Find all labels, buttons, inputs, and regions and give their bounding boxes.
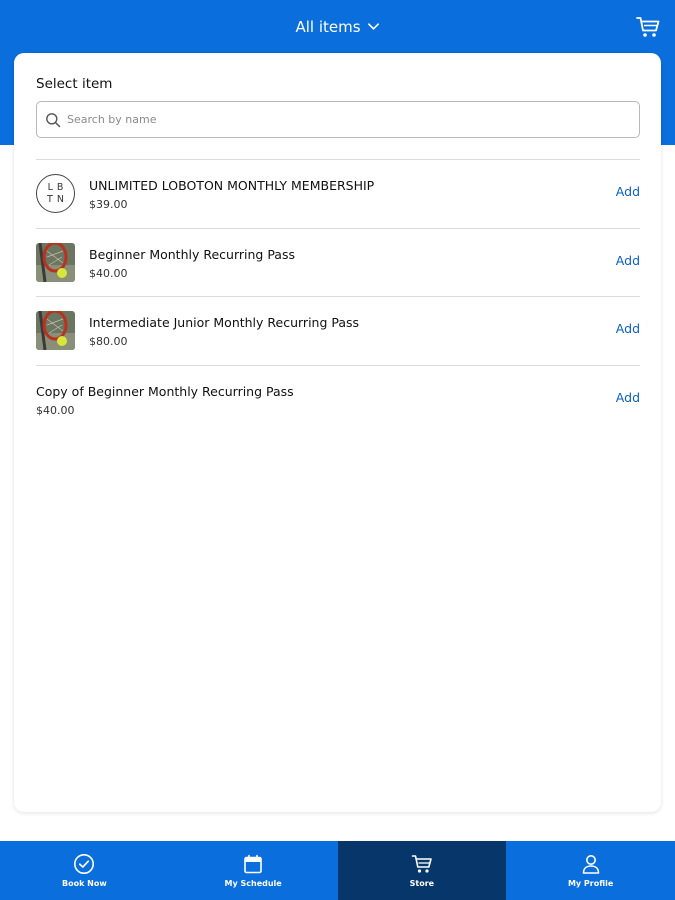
item-price: $39.00	[89, 198, 128, 212]
bottom-tab-bar: Book Now My Schedule Store My Profile	[0, 841, 675, 900]
tab-label: My Schedule	[224, 879, 282, 888]
item-name: Beginner Monthly Recurring Pass	[89, 246, 295, 262]
check-circle-icon	[74, 854, 95, 874]
item-name: Copy of Beginner Monthly Recurring Pass	[36, 383, 294, 399]
cart-button[interactable]	[635, 14, 661, 40]
category-dropdown[interactable]: All items	[295, 18, 379, 36]
add-button[interactable]: Add	[616, 253, 640, 268]
search-input[interactable]	[67, 113, 627, 126]
add-button[interactable]: Add	[616, 390, 640, 405]
tab-label: My Profile	[567, 879, 614, 888]
add-button[interactable]: Add	[616, 184, 640, 199]
list-item: Copy of Beginner Monthly Recurring Pass …	[36, 364, 640, 434]
search-icon	[46, 112, 61, 127]
list-item: LB TN UNLIMITED LOBOTON MONTHLY MEMBERSH…	[36, 159, 640, 228]
add-button[interactable]: Add	[616, 321, 640, 336]
cart-icon	[636, 17, 660, 37]
item-price: $80.00	[89, 335, 128, 349]
item-thumbnail	[36, 242, 75, 282]
item-list: LB TN UNLIMITED LOBOTON MONTHLY MEMBERSH…	[36, 159, 640, 433]
top-bar: All items	[0, 0, 675, 53]
item-name: Intermediate Junior Monthly Recurring Pa…	[89, 315, 360, 331]
list-item: Intermediate Junior Monthly Recurring Pa…	[36, 296, 640, 365]
tab-label: Store	[409, 879, 435, 888]
tennis-photo	[36, 242, 75, 282]
item-thumbnail	[36, 311, 75, 351]
tab-book-now[interactable]: Book Now	[0, 841, 169, 900]
item-info: Intermediate Junior Monthly Recurring Pa…	[89, 313, 640, 348]
cart-icon	[411, 855, 432, 873]
list-item: Beginner Monthly Recurring Pass $40.00 A…	[36, 227, 640, 297]
item-info: Copy of Beginner Monthly Recurring Pass …	[36, 382, 640, 417]
tennis-photo	[36, 311, 75, 351]
item-name: UNLIMITED LOBOTON MONTHLY MEMBERSHIP	[89, 178, 375, 194]
item-info: Beginner Monthly Recurring Pass $40.00	[89, 245, 640, 280]
item-picker-card: Select item LB TN UNLIMITED LOBOTON MONT…	[14, 53, 661, 812]
select-item-label: Select item	[36, 76, 113, 92]
loboton-logo: LB TN	[36, 174, 75, 214]
person-icon	[582, 855, 599, 874]
category-title: All items	[295, 17, 361, 36]
tab-store[interactable]: Store	[337, 841, 507, 900]
tab-my-profile[interactable]: My Profile	[506, 841, 675, 900]
chevron-down-icon	[367, 23, 379, 30]
item-price: $40.00	[36, 403, 75, 417]
tab-label: Book Now	[61, 879, 107, 888]
item-info: UNLIMITED LOBOTON MONTHLY MEMBERSHIP $39…	[89, 176, 640, 211]
item-thumbnail: LB TN	[36, 174, 75, 214]
calendar-icon	[244, 854, 262, 874]
search-box[interactable]	[36, 101, 640, 138]
item-price: $40.00	[89, 266, 128, 280]
tab-my-schedule[interactable]: My Schedule	[169, 841, 338, 900]
